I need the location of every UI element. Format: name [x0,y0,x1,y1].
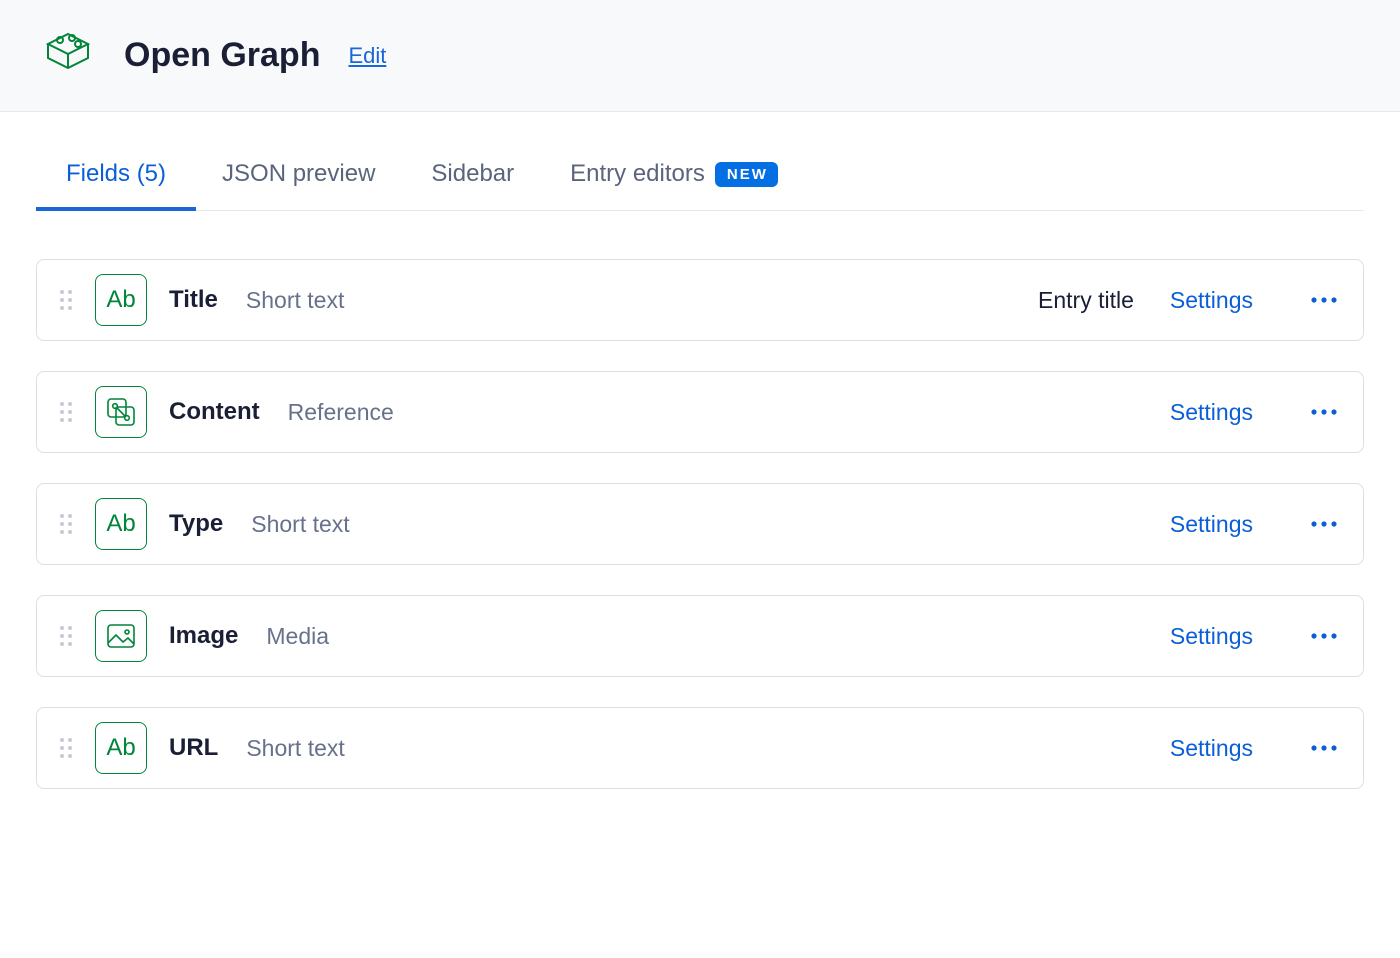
field-meta-label: Entry title [1038,287,1134,314]
field-name: Content [169,398,260,426]
more-actions-icon[interactable] [1311,745,1337,751]
field-name: URL [169,734,218,762]
field-settings-link[interactable]: Settings [1170,511,1253,538]
field-type-label: Media [266,623,329,650]
field-type-label: Short text [246,287,344,314]
field-info: URL Short text [169,734,1148,762]
tabs: Fields (5) JSON preview Sidebar Entry ed… [36,112,1364,211]
tab-fields[interactable]: Fields (5) [66,160,166,210]
field-settings-link[interactable]: Settings [1170,735,1253,762]
field-settings-link[interactable]: Settings [1170,399,1253,426]
content-type-icon [40,28,96,83]
field-row[interactable]: Ab Title Short text Entry title Settings [36,259,1364,341]
media-field-icon [95,610,147,662]
edit-link[interactable]: Edit [348,43,386,69]
field-name: Image [169,622,238,650]
field-settings-link[interactable]: Settings [1170,623,1253,650]
text-field-icon: Ab [95,498,147,550]
page-header: Open Graph Edit [0,0,1400,112]
field-name: Title [169,286,218,314]
field-info: Content Reference [169,398,1148,426]
drag-handle-icon[interactable] [59,513,73,535]
page-title: Open Graph [124,36,320,75]
more-actions-icon[interactable] [1311,521,1337,527]
tab-json-preview[interactable]: JSON preview [222,160,375,210]
drag-handle-icon[interactable] [59,625,73,647]
text-field-icon: Ab [95,274,147,326]
drag-handle-icon[interactable] [59,289,73,311]
tab-sidebar[interactable]: Sidebar [431,160,514,210]
field-row[interactable]: Image Media Settings [36,595,1364,677]
tab-label: Sidebar [431,160,514,188]
more-actions-icon[interactable] [1311,297,1337,303]
tab-label: Fields (5) [66,160,166,188]
field-info: Title Short text [169,286,1016,314]
drag-handle-icon[interactable] [59,401,73,423]
field-settings-link[interactable]: Settings [1170,287,1253,314]
drag-handle-icon[interactable] [59,737,73,759]
field-info: Type Short text [169,510,1148,538]
field-info: Image Media [169,622,1148,650]
fields-list: Ab Title Short text Entry title Settings [36,259,1364,789]
field-row[interactable]: Content Reference Settings [36,371,1364,453]
text-field-icon: Ab [95,722,147,774]
tab-label: JSON preview [222,160,375,188]
field-type-label: Short text [246,735,344,762]
tab-entry-editors[interactable]: Entry editors NEW [570,160,778,210]
more-actions-icon[interactable] [1311,409,1337,415]
field-name: Type [169,510,223,538]
reference-field-icon [95,386,147,438]
field-type-label: Short text [251,511,349,538]
field-type-label: Reference [288,399,394,426]
tab-label: Entry editors [570,160,705,188]
new-badge: NEW [715,162,778,187]
more-actions-icon[interactable] [1311,633,1337,639]
field-row[interactable]: Ab Type Short text Settings [36,483,1364,565]
field-row[interactable]: Ab URL Short text Settings [36,707,1364,789]
